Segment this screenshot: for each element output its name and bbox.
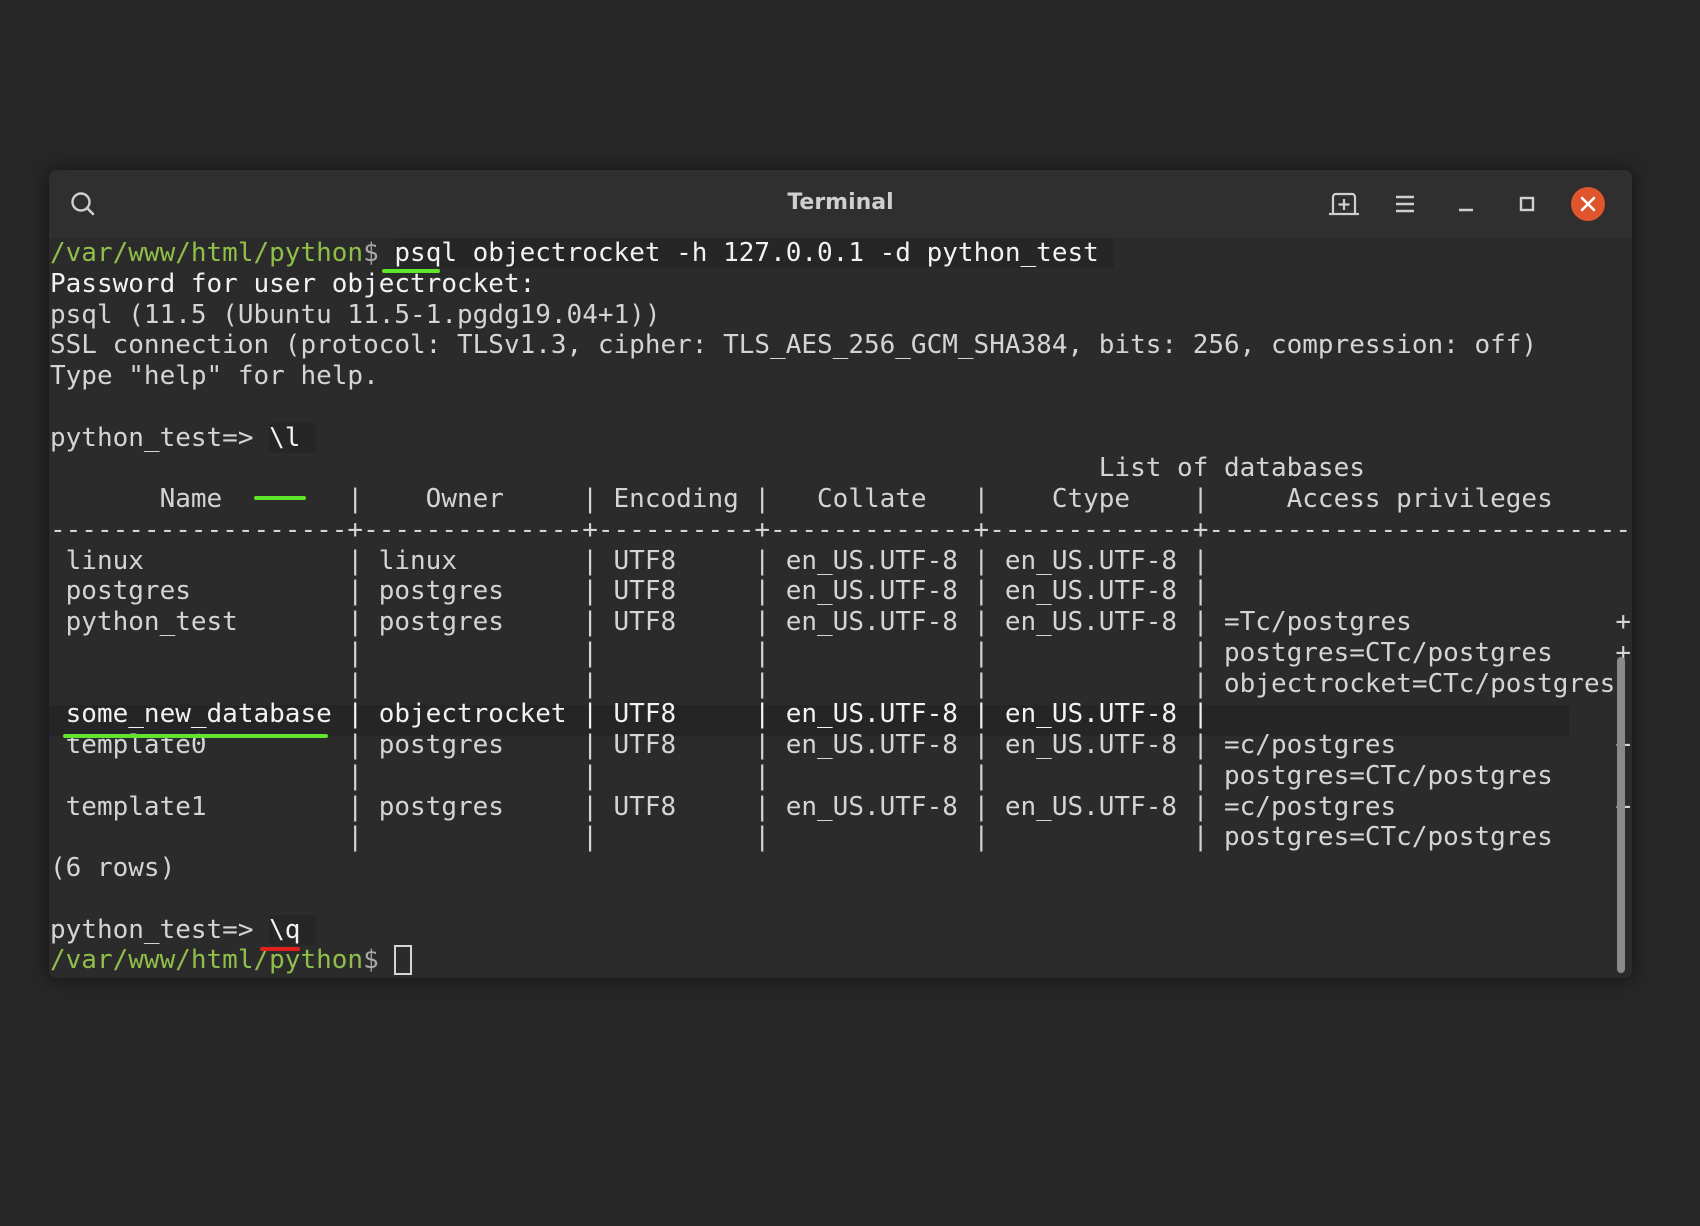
terminal-line: some_new_database | objectrocket | UTF8 … [50,699,1209,730]
terminal-text: python_test | postgres | UTF8 | en_US.UT… [50,607,1631,637]
terminal-text: linux | linux | UTF8 | en_US.UTF-8 | en_… [50,545,1209,576]
underline-quit-command [260,947,300,951]
terminal-line: python_test=> \q [50,914,317,946]
terminal-text: postgres | postgres | UTF8 | en_US.UTF-8… [50,576,1209,607]
terminal-text: $ [363,238,395,268]
terminal-line: postgres | postgres | UTF8 | en_US.UTF-8… [50,576,1209,607]
title-bar: Terminal [49,170,1632,238]
terminal-text: /var/www/html/python [50,945,364,976]
underline-list-command [254,496,306,500]
terminal-text: | | | | | objectrocket=CTc/postgres [50,668,1616,699]
terminal-text: \q [269,914,317,945]
terminal-line: template1 | postgres | UTF8 | en_US.UTF-… [50,792,1631,823]
terminal-line: SSL connection (protocol: TLSv1.3, ciphe… [50,330,1537,361]
terminal-text: | | | | | postgres=CTc/postgres [50,760,1553,791]
terminal-text: Password for user objectrocket: [50,268,536,299]
terminal-text: | | | | | postgres=CTc/postgres + [50,637,1631,668]
minimize-icon[interactable] [1448,186,1484,222]
terminal-text: Type "help" for help. [50,361,379,391]
underline-psql [382,269,440,273]
terminal-output[interactable]: /var/www/html/python$ psql objectrocket … [49,238,1632,978]
maximize-icon[interactable] [1509,186,1545,222]
terminal-text: psql (11.5 (Ubuntu 11.5-1.pgdg19.04+1)) [50,299,661,330]
close-icon[interactable] [1570,186,1606,222]
terminal-text: /var/www/html/python [50,238,364,268]
terminal-text: $ [363,945,395,976]
terminal-line: Password for user objectrocket: [50,269,535,300]
terminal-text: List of databases [50,453,1365,484]
new-tab-icon[interactable] [1326,186,1362,222]
terminal-text: (6 rows) [50,853,176,883]
terminal-text: | | | | | postgres=CTc/postgres [50,822,1553,853]
terminal-line: -------------------+--------------+-----… [50,515,1631,546]
terminal-text: python_test=> [50,422,270,453]
text-cursor [394,945,413,976]
terminal-line: (6 rows) [50,853,175,884]
underline-some-new-database [63,734,328,738]
terminal-text: psql objectrocket -h 127.0.0.1 -d python… [394,238,1115,268]
terminal-line: | | | | | postgres=CTc/postgres [50,760,1553,792]
terminal-window: Terminal /var/www/html/python$ psql obje… [49,170,1632,978]
terminal-line: /var/www/html/python$ [50,945,413,976]
terminal-line: List of databases [50,453,1365,484]
terminal-text: some_new_database | objectrocket | UTF8 … [50,699,1209,730]
terminal-line: python_test | postgres | UTF8 | en_US.UT… [50,607,1631,638]
terminal-text: python_test=> [50,914,270,945]
terminal-line: linux | linux | UTF8 | en_US.UTF-8 | en_… [50,545,1209,577]
scrollbar[interactable] [1617,657,1625,973]
terminal-line: psql (11.5 (Ubuntu 11.5-1.pgdg19.04+1)) [50,300,660,331]
terminal-line: | | | | | postgres=CTc/postgres [50,822,1553,853]
menu-icon[interactable] [1387,186,1423,222]
terminal-text: -------------------+--------------+-----… [50,514,1631,545]
terminal-line: | | | | | postgres=CTc/postgres + [50,638,1631,669]
terminal-text: SSL connection (protocol: TLSv1.3, ciphe… [50,330,1538,361]
terminal-line: Type "help" for help. [50,361,379,392]
terminal-line: | | | | | objectrocket=CTc/postgres [50,669,1615,700]
terminal-line: /var/www/html/python$ psql objectrocket … [50,238,1115,269]
terminal-text: \l [269,422,317,453]
terminal-line: python_test=> \l [50,422,317,454]
terminal-text: template1 | postgres | UTF8 | en_US.UTF-… [50,791,1631,822]
